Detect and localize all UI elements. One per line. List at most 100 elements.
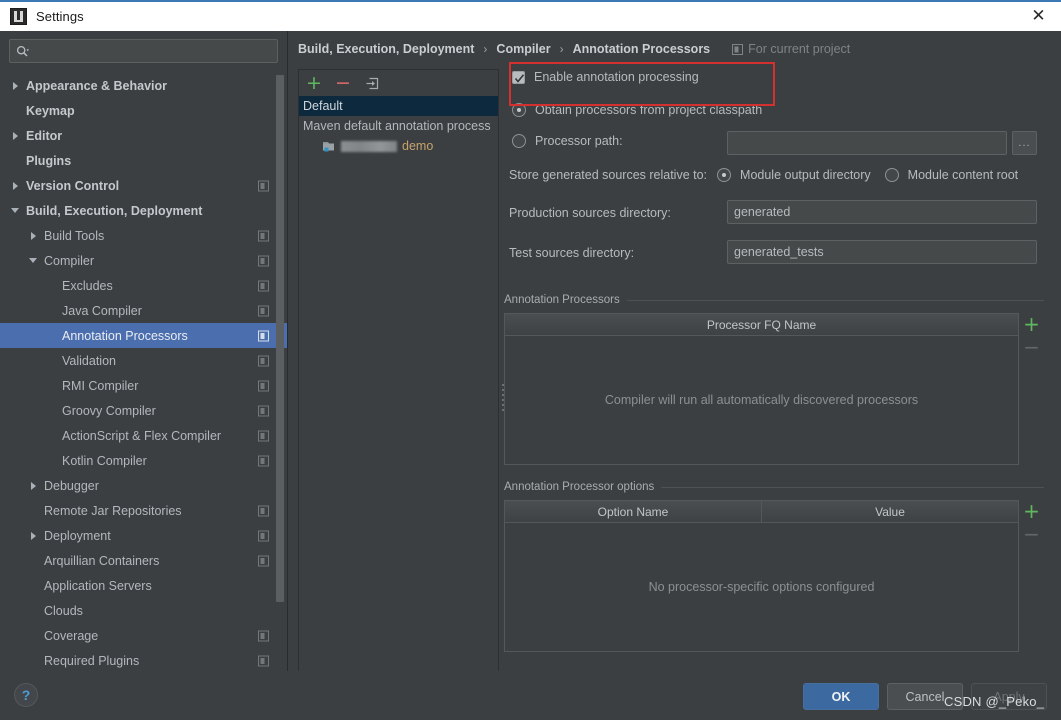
sidebar-item-build-tools[interactable]: Build Tools: [0, 223, 287, 248]
profile-row[interactable]: Default: [299, 96, 498, 116]
search-input[interactable]: [29, 44, 271, 58]
profile-row[interactable]: Maven default annotation process: [299, 116, 498, 136]
sidebar-item-build-execution-deployment[interactable]: Build, Execution, Deployment: [0, 198, 287, 223]
processor-path-row[interactable]: Processor path:: [512, 134, 623, 148]
sidebar-item-excludes[interactable]: Excludes: [0, 273, 287, 298]
sidebar-item-actionscript-flex-compiler[interactable]: ActionScript & Flex Compiler: [0, 423, 287, 448]
remove-profile-button[interactable]: −: [334, 73, 352, 92]
processors-table-actions: + −: [1019, 313, 1044, 465]
processors-table[interactable]: Processor FQ Name Compiler will run all …: [504, 313, 1019, 465]
annotation-processors-group: Annotation Processors Processor FQ Name …: [504, 293, 1044, 465]
production-sources-label: Production sources directory:: [509, 206, 671, 220]
options-column-value[interactable]: Value: [761, 501, 1018, 522]
sidebar-item-label: Deployment: [44, 528, 111, 543]
processors-column-fqname[interactable]: Processor FQ Name: [505, 314, 1018, 335]
sidebar-item-compiler[interactable]: Compiler: [0, 248, 287, 273]
sidebar-item-version-control[interactable]: Version Control: [0, 173, 287, 198]
options-group-header: Annotation Processor options: [504, 480, 1044, 494]
processor-path-radio[interactable]: [512, 134, 526, 148]
chevron-down-icon[interactable]: [8, 208, 22, 213]
module-content-root-option[interactable]: Module content root: [884, 168, 1018, 182]
sidebar-item-kotlin-compiler[interactable]: Kotlin Compiler: [0, 448, 287, 473]
sidebar-item-label: Appearance & Behavior: [26, 78, 168, 93]
breadcrumb-item-1[interactable]: Compiler: [496, 42, 550, 56]
sidebar-item-label: Required Plugins: [44, 653, 140, 668]
add-profile-button[interactable]: +: [305, 73, 323, 92]
module-content-root-radio[interactable]: [884, 168, 899, 182]
profiles-toolbar: + −: [299, 70, 498, 96]
options-table[interactable]: Option Name Value No processor-specific …: [504, 500, 1019, 652]
chevron-down-icon[interactable]: [26, 258, 40, 263]
obtain-from-classpath-row[interactable]: Obtain processors from project classpath: [512, 103, 762, 117]
obtain-from-classpath-label: Obtain processors from project classpath: [535, 103, 763, 117]
sidebar-scrollbar[interactable]: [276, 75, 284, 615]
sidebar-item-deployment[interactable]: Deployment: [0, 523, 287, 548]
sidebar-item-groovy-compiler[interactable]: Groovy Compiler: [0, 398, 287, 423]
chevron-right-icon[interactable]: [8, 131, 22, 140]
settings-dialog: Settings ✕ Appearance & Behavior Keymap Ed…: [0, 0, 1061, 720]
test-sources-label: Test sources directory:: [509, 246, 635, 260]
sidebar-item-debugger[interactable]: Debugger: [0, 473, 287, 498]
enable-annotation-processing-row[interactable]: Enable annotation processing: [512, 70, 699, 84]
module-output-directory-option[interactable]: Module output directory: [717, 168, 871, 182]
help-button[interactable]: ?: [14, 683, 38, 707]
sidebar-item-application-servers[interactable]: Application Servers: [0, 573, 287, 598]
remove-processor-button[interactable]: −: [1023, 334, 1040, 360]
project-scope-icon: [258, 230, 269, 241]
add-option-button[interactable]: +: [1023, 501, 1040, 521]
sidebar-item-remote-jar-repositories[interactable]: Remote Jar Repositories: [0, 498, 287, 523]
close-icon[interactable]: ✕: [1016, 2, 1061, 31]
search-box[interactable]: [9, 39, 278, 63]
profiles-list[interactable]: Default Maven default annotation process d…: [299, 96, 498, 669]
search-icon: [16, 45, 29, 57]
chevron-down-glyph: [11, 208, 19, 213]
obtain-from-classpath-radio[interactable]: [512, 103, 526, 117]
remove-option-button[interactable]: −: [1023, 521, 1040, 547]
chevron-right-icon[interactable]: [26, 231, 40, 240]
sidebar-item-label: Plugins: [26, 153, 72, 168]
sidebar-item-label: Build Tools: [44, 228, 105, 243]
chevron-right-icon[interactable]: [8, 81, 22, 90]
project-scope-icon: [258, 455, 269, 466]
enable-annotation-processing-checkbox[interactable]: [512, 70, 525, 84]
profile-module-row[interactable]: demo: [299, 136, 498, 156]
sidebar-item-rmi-compiler[interactable]: RMI Compiler: [0, 373, 287, 398]
watermark: CSDN @_Peko_: [944, 694, 1045, 709]
project-scope-icon: [258, 630, 269, 641]
group-divider: [661, 486, 1044, 488]
project-scope-label: For current project: [748, 42, 851, 56]
processor-path-input[interactable]: [727, 131, 1007, 155]
module-output-directory-radio[interactable]: [717, 168, 732, 182]
ok-button[interactable]: OK: [803, 683, 879, 710]
options-column-name[interactable]: Option Name: [505, 501, 761, 522]
sidebar-item-validation[interactable]: Validation: [0, 348, 287, 373]
sidebar-item-label: Arquillian Containers: [44, 553, 160, 568]
sidebar-item-plugins[interactable]: Plugins: [0, 148, 287, 173]
annotation-processors-group-header: Annotation Processors: [504, 293, 1044, 307]
chevron-right-icon[interactable]: [26, 531, 40, 540]
sidebar-item-appearance-behavior[interactable]: Appearance & Behavior: [0, 73, 287, 98]
test-sources-input[interactable]: generated_tests: [727, 240, 1037, 264]
production-sources-input[interactable]: generated: [727, 200, 1037, 224]
sidebar-item-coverage[interactable]: Coverage: [0, 623, 287, 648]
sidebar-item-annotation-processors[interactable]: Annotation Processors: [0, 323, 287, 348]
sidebar-item-clouds[interactable]: Clouds: [0, 598, 287, 623]
sidebar-item-arquillian-containers[interactable]: Arquillian Containers: [0, 548, 287, 573]
chevron-right-icon[interactable]: [8, 181, 22, 190]
sidebar-item-java-compiler[interactable]: Java Compiler: [0, 298, 287, 323]
processor-path-browse-button[interactable]: ...: [1012, 131, 1037, 155]
sidebar-item-keymap[interactable]: Keymap: [0, 98, 287, 123]
sidebar-item-editor[interactable]: Editor: [0, 123, 287, 148]
sidebar-scrollbar-thumb[interactable]: [276, 75, 284, 602]
breadcrumb-item-0[interactable]: Build, Execution, Deployment: [298, 42, 474, 56]
chevron-right-icon[interactable]: [26, 481, 40, 490]
chevron-right-glyph: [30, 531, 36, 540]
breadcrumb-separator: ›: [559, 42, 564, 56]
sidebar-item-required-plugins[interactable]: Required Plugins: [0, 648, 287, 671]
profile-name-label: Default: [303, 99, 343, 113]
title-bar: Settings ✕: [0, 0, 1061, 31]
move-to-profile-icon[interactable]: [363, 74, 381, 92]
project-scope-icon: [258, 280, 269, 291]
settings-tree: Appearance & Behavior Keymap Editor Plugins…: [0, 71, 287, 671]
add-processor-button[interactable]: +: [1023, 314, 1040, 334]
